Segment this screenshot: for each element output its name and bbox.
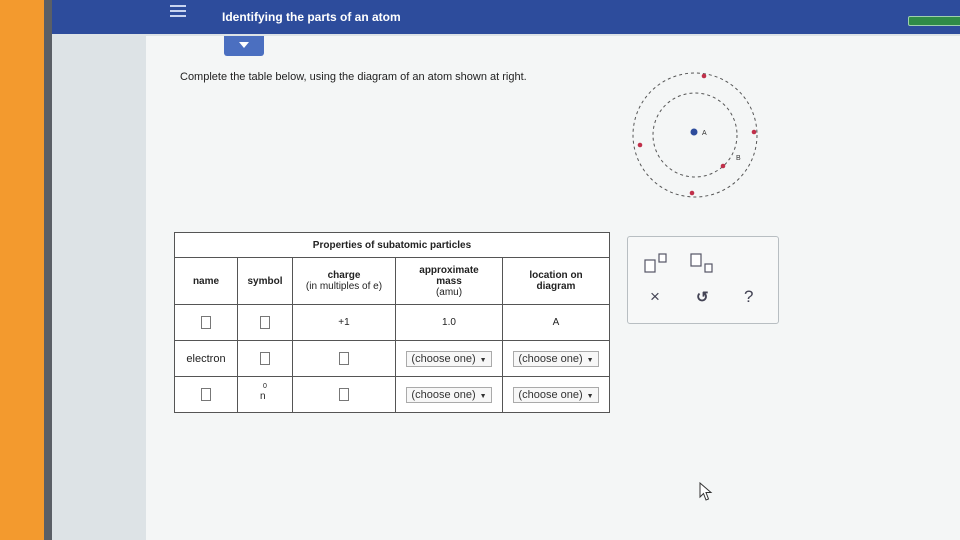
location-cell: (choose one) ▼	[502, 376, 610, 413]
charge-cell	[292, 340, 396, 377]
table-row: 0 n (choose one) ▼ (choose one) ▼	[174, 376, 610, 413]
page-title: Identifying the parts of an atom	[222, 10, 401, 24]
location-select-label: (choose one)	[518, 352, 583, 365]
mass-select[interactable]: (choose one) ▼	[406, 350, 492, 367]
header-charge: charge (in multiples of e)	[292, 257, 396, 305]
dropdown-arrow-icon: ▼	[586, 356, 594, 364]
menu-icon[interactable]	[170, 5, 186, 19]
name-input[interactable]	[201, 388, 211, 401]
location-select[interactable]: (choose one) ▼	[513, 350, 599, 367]
symbol-value: 0 n	[237, 376, 293, 413]
electron-particle	[689, 190, 695, 196]
header-location: location on diagram	[502, 257, 610, 305]
clear-button[interactable]: ×	[650, 287, 660, 307]
header-location-label: location on diagram	[529, 270, 583, 292]
label-b: B	[736, 155, 741, 162]
header-symbol: symbol	[237, 257, 293, 305]
label-a: A	[702, 130, 707, 137]
location-value: A	[502, 304, 610, 341]
electron-particle	[720, 163, 726, 169]
dropdown-arrow-icon: ▼	[586, 392, 594, 400]
symbol-superscript: 0	[263, 383, 267, 390]
nucleus-particle	[690, 128, 698, 136]
name-cell	[174, 304, 238, 341]
header-mass-sub: (amu)	[435, 286, 463, 298]
subatomic-particles-table: Properties of subatomic particles name s…	[174, 232, 610, 413]
help-button[interactable]: ?	[744, 287, 753, 307]
symbol-input[interactable]	[260, 352, 270, 365]
superscript-icon[interactable]	[644, 253, 670, 273]
header-name: name	[174, 257, 238, 305]
dropdown-arrow-icon: ▼	[479, 356, 487, 364]
mass-cell: (choose one) ▼	[395, 340, 503, 377]
mass-value: 1.0	[395, 304, 503, 341]
name-input[interactable]	[201, 316, 211, 329]
top-bar	[52, 0, 960, 34]
header-mass: approximate mass (amu)	[395, 257, 503, 305]
electron-particle	[637, 142, 643, 148]
charge-input[interactable]	[339, 388, 349, 401]
location-select-label: (choose one)	[518, 388, 583, 401]
undo-button[interactable]: ↺	[696, 288, 709, 306]
header-charge-sub: (in multiples of e)	[305, 281, 383, 292]
electron-particle	[701, 73, 707, 79]
symbol-letter: n	[260, 391, 266, 402]
symbol-input[interactable]	[260, 316, 270, 329]
charge-cell	[292, 376, 396, 413]
atom-diagram: A B	[632, 72, 758, 198]
table-row: electron (choose one) ▼ (choose one) ▼	[174, 340, 610, 377]
mass-select-label: (choose one)	[411, 352, 476, 365]
charge-input[interactable]	[339, 352, 349, 365]
answer-tools-panel: × ↺ ?	[627, 236, 779, 324]
progress-bar	[908, 16, 960, 26]
location-cell: (choose one) ▼	[502, 340, 610, 377]
dropdown-arrow-icon: ▼	[479, 392, 487, 400]
table-row: +1 1.0 A	[174, 304, 610, 341]
name-value: electron	[174, 340, 238, 377]
mouse-cursor-icon	[699, 482, 713, 501]
header-mass-label: approximate mass	[419, 264, 479, 287]
mass-select[interactable]: (choose one) ▼	[406, 386, 492, 403]
symbol-cell	[237, 304, 293, 341]
instruction-text: Complete the table below, using the diag…	[180, 71, 527, 83]
screen-edge	[44, 0, 52, 540]
header-charge-label: charge	[327, 270, 361, 281]
table-caption: Properties of subatomic particles	[174, 232, 610, 258]
name-cell	[174, 376, 238, 413]
symbol-cell	[237, 340, 293, 377]
device-bezel	[0, 0, 44, 540]
collapse-toggle-button[interactable]	[224, 36, 264, 56]
location-select[interactable]: (choose one) ▼	[513, 386, 599, 403]
mass-cell: (choose one) ▼	[395, 376, 503, 413]
subscript-icon[interactable]	[690, 253, 716, 275]
mass-select-label: (choose one)	[411, 388, 476, 401]
electron-particle	[751, 129, 757, 135]
charge-value: +1	[292, 304, 396, 341]
